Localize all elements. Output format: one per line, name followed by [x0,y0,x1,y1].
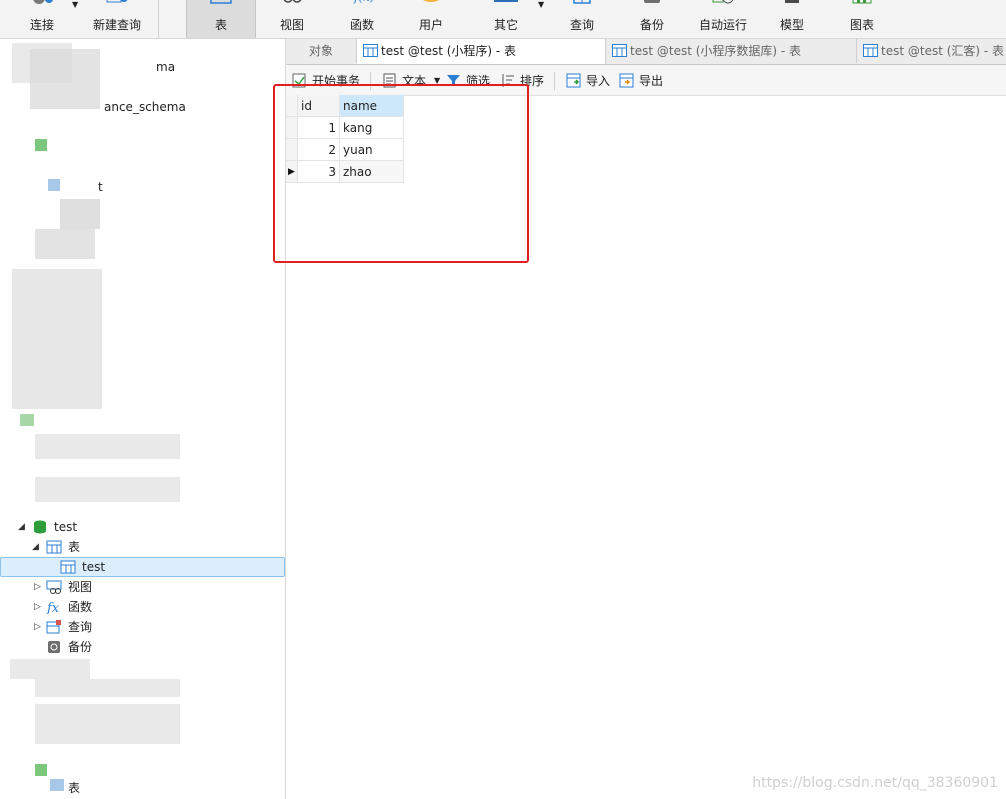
tab-test-huike[interactable]: test @test (汇客) - 表 [857,39,1006,63]
table-icon [46,540,62,554]
table-icon [363,44,378,57]
tree-bottom-tables-label[interactable]: 表 [68,779,80,796]
tree-views[interactable]: ▷ 视图 [0,577,285,597]
user-button[interactable]: 用户 [405,0,457,38]
backup-icon [644,0,660,3]
backup-button[interactable]: 备份 [626,0,678,38]
tree-backup[interactable]: 备份 [0,637,285,657]
schema-label-partial: t [98,180,103,194]
auto-run-icon [712,0,734,4]
view-icon [46,580,62,594]
query-icon [573,0,591,4]
schema-label-partial: ma [156,60,176,74]
tree-functions[interactable]: ▷ fx 函数 [0,597,285,617]
function-icon: fx [46,601,60,614]
chart-icon [852,0,872,4]
connect-button[interactable]: 连接 [22,0,62,38]
connect-icon [33,0,53,4]
auto-run-button[interactable]: 自动运行 [694,0,752,38]
tab-test-xiaochengxu[interactable]: test @test (小程序) - 表 [357,39,606,64]
user-icon [423,0,439,2]
table-icon [210,0,232,4]
watermark-text: https://blog.csdn.net/qq_38360901 [752,775,998,791]
other-dropdown-icon[interactable]: ▼ [538,0,544,9]
expand-arrow-icon[interactable]: ▷ [34,597,41,617]
object-tree-sidebar: ma ance_schema t ◢ test ◢ 表 test ▷ 视图 ▷ … [0,39,286,799]
tab-objects[interactable]: 对象 [286,39,357,63]
table-icon [863,44,878,57]
new-query-icon [106,0,128,3]
model-icon [785,0,799,3]
query-button[interactable]: 查询 [556,0,608,38]
connect-dropdown-icon[interactable]: ▼ [72,0,78,9]
highlight-annotation-box [273,84,529,263]
query-icon [46,620,61,634]
import-icon [566,73,581,88]
table-icon [612,44,627,57]
tree-table-test[interactable]: test [0,557,285,577]
tab-test-xiaochengxu-db[interactable]: test @test (小程序数据库) - 表 [606,39,857,63]
function-icon: f(x) [353,0,374,4]
collapse-arrow-icon[interactable]: ◢ [32,537,39,557]
database-icon [34,520,46,534]
chart-button[interactable]: 图表 [836,0,888,38]
svg-text:f(x): f(x) [353,0,374,4]
view-button[interactable]: 视图 [266,0,318,38]
backup-icon [48,641,60,653]
other-button[interactable]: 其它 [480,0,532,38]
view-icon [283,0,302,3]
collapse-arrow-icon[interactable]: ◢ [18,517,25,537]
new-query-button[interactable]: 新建查询 [88,0,146,38]
expand-arrow-icon[interactable]: ▷ [34,577,41,597]
tree-tables-group[interactable]: ◢ 表 [0,537,285,557]
expand-arrow-icon[interactable]: ▷ [34,617,41,637]
tree-queries[interactable]: ▷ 查询 [0,617,285,637]
tab-bar: 对象 test @test (小程序) - 表 test @test (小程序数… [286,39,1006,65]
other-icon [494,0,518,2]
tree-db-test[interactable]: ◢ test [0,517,285,537]
export-icon [619,73,634,88]
table-icon [60,560,76,574]
model-button[interactable]: 模型 [766,0,818,38]
table-button[interactable]: 表 [186,0,256,38]
main-toolbar: 连接 ▼ 新建查询 表 视图 f(x) 函数 用户 其它 ▼ 查询 备份 自动运… [0,0,1006,39]
svg-text:fx: fx [46,601,60,614]
function-button[interactable]: f(x) 函数 [336,0,388,38]
schema-label-partial: ance_schema [104,100,186,114]
